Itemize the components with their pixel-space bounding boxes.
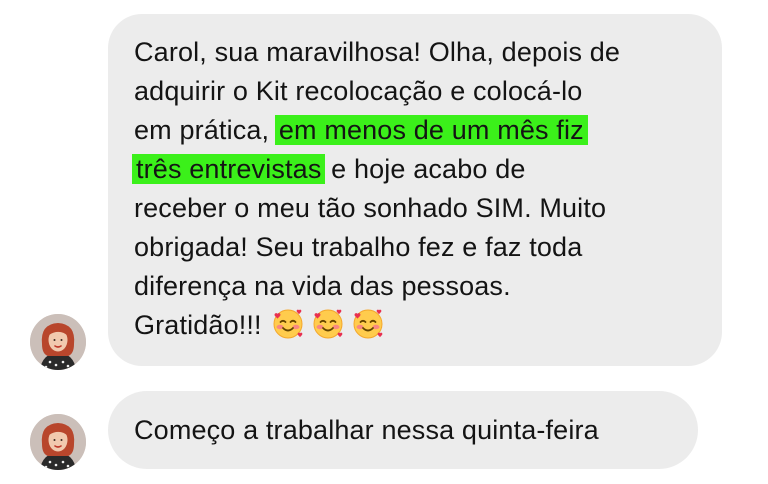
message-line: três entrevistas e hoje acabo de <box>132 150 700 189</box>
message-line: diferença na vida das pessoas. <box>134 267 700 306</box>
message-text: e hoje acabo de <box>323 154 526 184</box>
highlighted-text: em menos de um mês fiz <box>274 115 588 145</box>
message-text: obrigada! Seu trabalho fez e faz toda <box>134 232 583 262</box>
message-line: em prática, em menos de um mês fiz <box>134 111 700 150</box>
message-text: Começo a trabalhar nessa quinta-feira <box>134 415 599 445</box>
highlighted-text: três entrevistas <box>132 154 326 184</box>
message-text: receber o meu tão sonhado SIM. Muito <box>134 193 607 223</box>
message-line: adquirir o Kit recolocação e colocá-lo <box>134 72 700 111</box>
message-bubble[interactable]: Carol, sua maravilhosa! Olha, depois de … <box>108 14 722 366</box>
smiling-face-with-hearts-icon <box>272 308 304 340</box>
message-text: Carol, sua maravilhosa! Olha, depois de <box>134 37 621 67</box>
message-text: diferença na vida das pessoas. <box>134 271 511 301</box>
avatar[interactable] <box>30 314 86 370</box>
chat-thread: Carol, sua maravilhosa! Olha, depois de … <box>0 0 768 484</box>
message-line: receber o meu tão sonhado SIM. Muito <box>134 189 700 228</box>
message-line: Gratidão!!! <box>134 306 700 345</box>
message-text: Gratidão!!! <box>134 310 262 340</box>
profile-photo-icon <box>30 314 86 370</box>
avatar[interactable] <box>30 414 86 470</box>
smiling-face-with-hearts-icon <box>352 308 384 340</box>
message-text: adquirir o Kit recolocação e colocá-lo <box>134 76 583 106</box>
profile-photo-icon <box>30 414 86 470</box>
message-text: em prática, <box>134 115 277 145</box>
message-line: obrigada! Seu trabalho fez e faz toda <box>134 228 700 267</box>
message-line: Carol, sua maravilhosa! Olha, depois de <box>134 33 700 72</box>
message-bubble[interactable]: Começo a trabalhar nessa quinta-feira <box>108 391 698 469</box>
smiling-face-with-hearts-icon <box>312 308 344 340</box>
